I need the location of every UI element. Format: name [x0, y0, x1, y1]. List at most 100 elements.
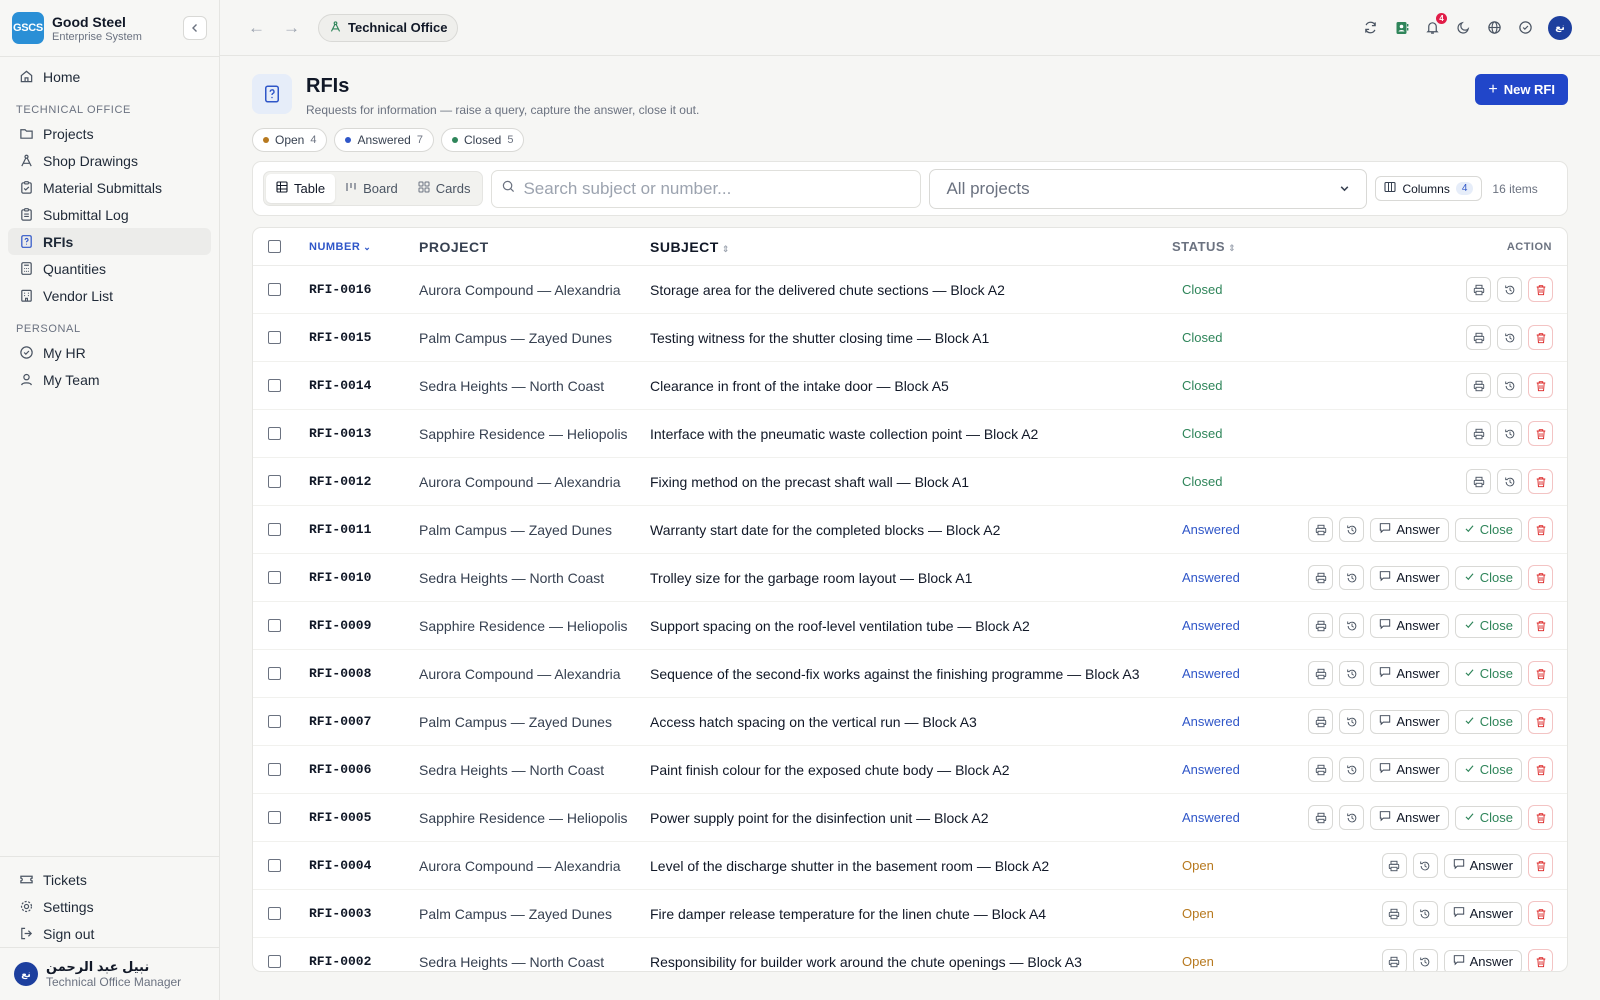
- globe-icon[interactable]: [1486, 19, 1503, 36]
- history-icon[interactable]: [1339, 517, 1365, 542]
- history-icon[interactable]: [1339, 661, 1365, 686]
- table-row[interactable]: RFI-0002 Sedra Heights — North Coast Respo…: [253, 938, 1567, 971]
- trash-icon[interactable]: [1528, 661, 1553, 686]
- row-checkbox[interactable]: [268, 811, 281, 824]
- answer-button[interactable]: Answer: [1370, 565, 1449, 590]
- print-icon[interactable]: [1381, 949, 1407, 971]
- rfi-number[interactable]: RFI-0012: [309, 474, 419, 489]
- history-icon[interactable]: [1412, 853, 1438, 878]
- history-icon[interactable]: [1412, 901, 1438, 926]
- answer-button[interactable]: Answer: [1370, 709, 1449, 734]
- rfi-number[interactable]: RFI-0015: [309, 330, 419, 345]
- trash-icon[interactable]: [1528, 613, 1553, 638]
- row-checkbox[interactable]: [268, 667, 281, 680]
- rfi-number[interactable]: RFI-0006: [309, 762, 419, 777]
- table-row[interactable]: RFI-0009 Sapphire Residence — Heliopolis S…: [253, 602, 1567, 650]
- table-row[interactable]: RFI-0012 Aurora Compound — Alexandria Fixi…: [253, 458, 1567, 506]
- sidebar-item-my-hr[interactable]: My HR: [8, 339, 211, 366]
- table-row[interactable]: RFI-0004 Aurora Compound — Alexandria Leve…: [253, 842, 1567, 890]
- print-icon[interactable]: [1466, 325, 1491, 350]
- rfi-number[interactable]: RFI-0007: [309, 714, 419, 729]
- answer-button[interactable]: Answer: [1443, 901, 1522, 926]
- sidebar-item-settings[interactable]: Settings: [8, 893, 211, 920]
- trash-icon[interactable]: [1528, 805, 1553, 830]
- close-button[interactable]: Close: [1454, 805, 1522, 830]
- trash-icon[interactable]: [1528, 565, 1553, 590]
- history-icon[interactable]: [1339, 613, 1365, 638]
- sidebar-item-home[interactable]: Home: [8, 63, 211, 90]
- rfi-number[interactable]: RFI-0003: [309, 906, 419, 921]
- sidebar-item-submittal-log[interactable]: Submittal Log: [8, 201, 211, 228]
- history-icon[interactable]: [1412, 949, 1438, 971]
- print-icon[interactable]: [1308, 661, 1334, 686]
- close-button[interactable]: Close: [1454, 661, 1522, 686]
- print-icon[interactable]: [1466, 421, 1491, 446]
- trash-icon[interactable]: [1528, 949, 1553, 971]
- select-all-checkbox[interactable]: [268, 240, 281, 253]
- history-icon[interactable]: [1497, 277, 1522, 302]
- history-icon[interactable]: [1497, 325, 1522, 350]
- contacts-icon[interactable]: [1393, 19, 1410, 36]
- table-row[interactable]: RFI-0016 Aurora Compound — Alexandria Stor…: [253, 266, 1567, 314]
- rfi-number[interactable]: RFI-0014: [309, 378, 419, 393]
- close-button[interactable]: Close: [1454, 613, 1522, 638]
- table-row[interactable]: RFI-0006 Sedra Heights — North Coast Paint…: [253, 746, 1567, 794]
- history-icon[interactable]: [1497, 469, 1522, 494]
- trash-icon[interactable]: [1528, 373, 1553, 398]
- table-row[interactable]: RFI-0003 Palm Campus — Zayed Dunes Fire da…: [253, 890, 1567, 938]
- header-subject[interactable]: SUBJECT ⇕: [650, 239, 1172, 255]
- trash-icon[interactable]: [1528, 709, 1553, 734]
- rfi-number[interactable]: RFI-0013: [309, 426, 419, 441]
- history-icon[interactable]: [1497, 373, 1522, 398]
- sidebar-item-tickets[interactable]: Tickets: [8, 866, 211, 893]
- history-icon[interactable]: [1339, 565, 1365, 590]
- row-checkbox[interactable]: [268, 331, 281, 344]
- print-icon[interactable]: [1466, 373, 1491, 398]
- sidebar-item-rfis[interactable]: RFIs: [8, 228, 211, 255]
- filter-answered[interactable]: Answered 7: [334, 128, 434, 152]
- trash-icon[interactable]: [1528, 901, 1553, 926]
- sidebar-item-material-submittals[interactable]: Material Submittals: [8, 174, 211, 201]
- print-icon[interactable]: [1381, 853, 1407, 878]
- answer-button[interactable]: Answer: [1370, 613, 1449, 638]
- check-circle-icon[interactable]: [1517, 19, 1534, 36]
- table-row[interactable]: RFI-0007 Palm Campus — Zayed Dunes Access …: [253, 698, 1567, 746]
- search-input[interactable]: [523, 178, 904, 199]
- close-button[interactable]: Close: [1454, 565, 1522, 590]
- rfi-number[interactable]: RFI-0010: [309, 570, 419, 585]
- trash-icon[interactable]: [1528, 277, 1553, 302]
- close-button[interactable]: Close: [1454, 709, 1522, 734]
- history-icon[interactable]: [1497, 421, 1522, 446]
- sidebar-item-projects[interactable]: Projects: [8, 120, 211, 147]
- rfi-number[interactable]: RFI-0005: [309, 810, 419, 825]
- row-checkbox[interactable]: [268, 427, 281, 440]
- print-icon[interactable]: [1308, 805, 1334, 830]
- print-icon[interactable]: [1308, 613, 1334, 638]
- row-checkbox[interactable]: [268, 475, 281, 488]
- rfi-number[interactable]: RFI-0008: [309, 666, 419, 681]
- print-icon[interactable]: [1308, 517, 1334, 542]
- sidebar-item-shop-drawings[interactable]: Shop Drawings: [8, 147, 211, 174]
- table-row[interactable]: RFI-0010 Sedra Heights — North Coast Troll…: [253, 554, 1567, 602]
- back-arrow-icon[interactable]: ←: [248, 18, 265, 38]
- trash-icon[interactable]: [1528, 469, 1553, 494]
- trash-icon[interactable]: [1528, 421, 1553, 446]
- forward-arrow-icon[interactable]: →: [283, 18, 300, 38]
- row-checkbox[interactable]: [268, 859, 281, 872]
- top-avatar[interactable]: نع: [1548, 15, 1572, 40]
- print-icon[interactable]: [1308, 565, 1334, 590]
- rfi-number[interactable]: RFI-0004: [309, 858, 419, 873]
- answer-button[interactable]: Answer: [1443, 853, 1522, 878]
- answer-button[interactable]: Answer: [1370, 805, 1449, 830]
- table-row[interactable]: RFI-0011 Palm Campus — Zayed Dunes Warrant…: [253, 506, 1567, 554]
- print-icon[interactable]: [1466, 277, 1491, 302]
- answer-button[interactable]: Answer: [1370, 517, 1449, 542]
- answer-button[interactable]: Answer: [1370, 661, 1449, 686]
- view-table[interactable]: Table: [266, 174, 336, 203]
- table-row[interactable]: RFI-0015 Palm Campus — Zayed Dunes Testing…: [253, 314, 1567, 362]
- table-row[interactable]: RFI-0008 Aurora Compound — Alexandria Sequ…: [253, 650, 1567, 698]
- columns-button[interactable]: Columns 4: [1375, 176, 1483, 201]
- trash-icon[interactable]: [1528, 853, 1553, 878]
- close-button[interactable]: Close: [1454, 757, 1522, 782]
- row-checkbox[interactable]: [268, 763, 281, 776]
